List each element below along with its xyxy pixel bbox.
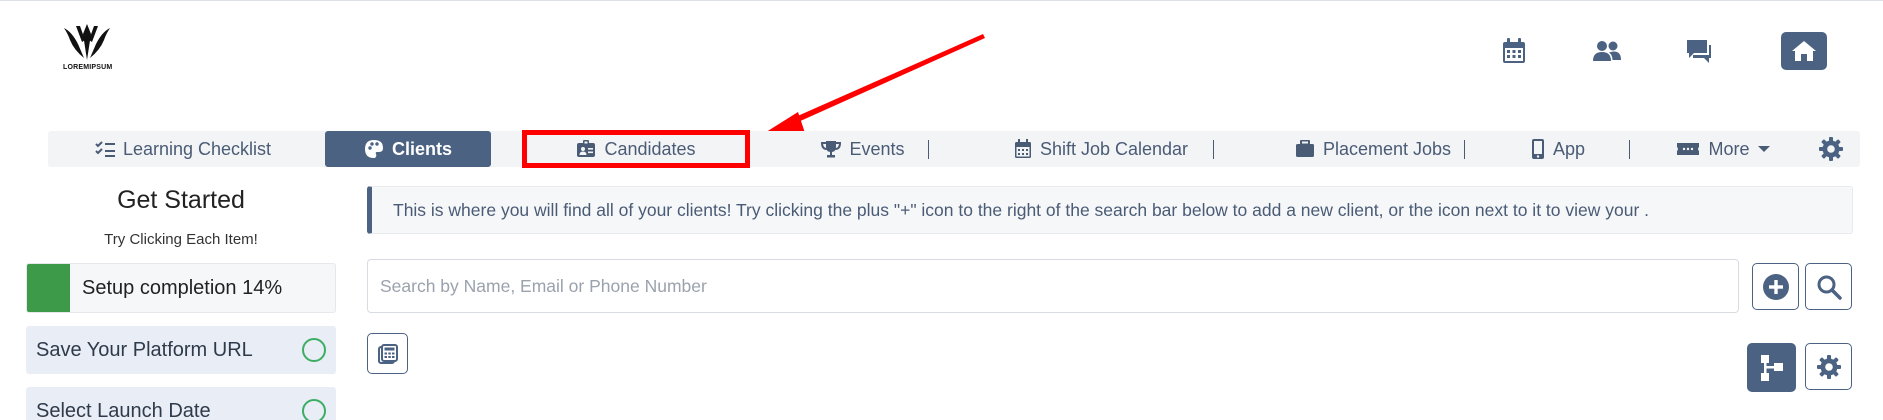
tab-learning-checklist[interactable]: Learning Checklist <box>48 131 318 167</box>
tab-label: Shift Job Calendar <box>1039 138 1189 159</box>
tab-events[interactable]: Events <box>778 131 948 167</box>
settings-button[interactable] <box>1805 343 1852 390</box>
plus-circle-icon <box>1762 273 1789 300</box>
gear-icon <box>1816 354 1841 379</box>
palette-icon <box>364 140 383 158</box>
info-text: This is where you will find all of your … <box>393 199 1650 220</box>
main-nav: Learning Checklist Clients Candidates Ev… <box>48 131 1860 167</box>
tab-label: More <box>1708 138 1750 159</box>
search-icon <box>1817 275 1842 300</box>
candidates-highlight-box <box>522 130 750 168</box>
tab-app[interactable]: App <box>1488 131 1628 167</box>
search-button[interactable] <box>1805 263 1852 310</box>
progress-fill <box>27 264 71 312</box>
get-started-title: Get Started <box>117 186 245 214</box>
add-client-button[interactable] <box>1752 263 1799 310</box>
tab-label: App <box>1552 138 1586 159</box>
trophy-icon <box>821 141 842 158</box>
top-border <box>0 0 1883 1</box>
annotation-arrow <box>763 34 985 134</box>
briefcase-icon <box>1295 140 1314 157</box>
hierarchy-button[interactable] <box>1747 343 1796 392</box>
status-circle-icon <box>302 338 326 362</box>
logo-text: LOREMIPSUM <box>63 64 113 71</box>
setup-progress: Setup completion 14% <box>26 263 336 313</box>
task-label: Select Launch Date <box>36 399 211 420</box>
search-placeholder: Search by Name, Email or Phone Number <box>380 275 707 296</box>
nav-settings-button[interactable] <box>1808 131 1854 167</box>
calculator-button[interactable] <box>367 333 408 374</box>
tab-label: Learning Checklist <box>122 138 272 159</box>
tab-label: Placement Jobs <box>1322 138 1452 159</box>
caret-down-icon <box>1757 146 1770 152</box>
tab-shift-job-calendar[interactable]: Shift Job Calendar <box>956 131 1246 167</box>
calendar-icon[interactable] <box>1495 32 1533 70</box>
tab-label: Clients <box>391 138 452 159</box>
chat-icon[interactable] <box>1680 32 1718 70</box>
get-started-panel: Get Started Try Clicking Each Item! Setu… <box>26 186 336 420</box>
users-icon[interactable] <box>1588 32 1626 70</box>
tab-label: Events <box>849 138 905 159</box>
nav-divider <box>1464 140 1465 159</box>
info-banner: This is where you will find all of your … <box>367 186 1853 234</box>
tab-clients[interactable]: Clients <box>325 131 491 167</box>
nav-divider <box>1629 140 1630 159</box>
progress-label: Setup completion 14% <box>82 276 283 299</box>
sitemap-icon <box>1760 354 1783 381</box>
calculator-icon <box>377 343 398 364</box>
nav-divider <box>928 140 929 159</box>
home-button[interactable] <box>1781 32 1827 70</box>
tab-more[interactable]: More <box>1658 131 1788 167</box>
home-icon <box>1792 41 1816 61</box>
status-circle-icon <box>302 399 326 420</box>
checklist-icon <box>95 141 115 157</box>
mobile-icon <box>1531 139 1544 159</box>
gear-icon <box>1819 137 1843 161</box>
tab-placement-jobs[interactable]: Placement Jobs <box>1253 131 1493 167</box>
task-label: Save Your Platform URL <box>36 338 253 361</box>
get-started-subtitle: Try Clicking Each Item! <box>104 231 258 248</box>
calendar-icon <box>1014 139 1031 158</box>
search-input[interactable]: Search by Name, Email or Phone Number <box>367 259 1739 313</box>
task-save-platform-url[interactable]: Save Your Platform URL <box>26 326 336 374</box>
nav-divider <box>1213 140 1214 159</box>
task-select-launch-date[interactable]: Select Launch Date <box>26 387 336 420</box>
ticket-icon <box>1677 143 1700 155</box>
